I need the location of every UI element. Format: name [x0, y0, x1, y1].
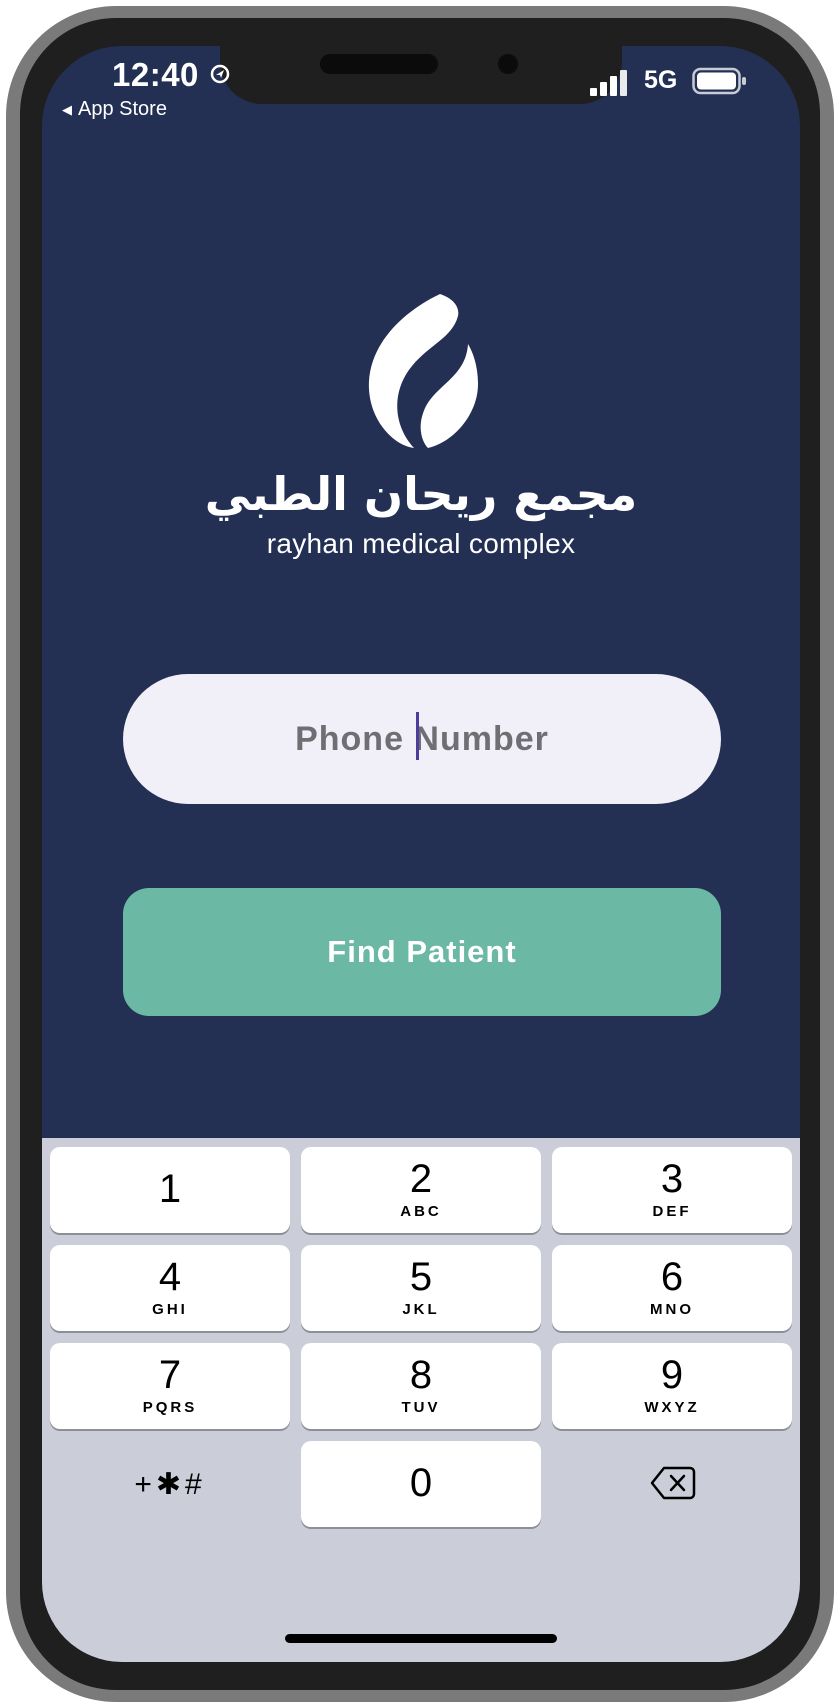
key-letters: GHI — [152, 1301, 188, 1318]
key-5[interactable]: 5 JKL — [301, 1245, 541, 1331]
brand-logo: مجمع ريحان الطبي rayhan medical complex — [42, 286, 800, 560]
key-6[interactable]: 6 MNO — [552, 1245, 792, 1331]
key-letters: WXYZ — [644, 1399, 700, 1416]
key-digit: 4 — [158, 1255, 182, 1299]
find-patient-button[interactable]: Find Patient — [123, 888, 721, 1016]
key-letters: MNO — [650, 1301, 694, 1318]
key-digit: 3 — [660, 1157, 684, 1201]
key-letters: JKL — [402, 1301, 440, 1318]
network-type: 5G — [644, 66, 678, 94]
status-time: 12:40 — [112, 56, 199, 93]
key-1[interactable]: 1 — [50, 1147, 290, 1233]
back-label: App Store — [78, 98, 167, 120]
key-digit: 8 — [409, 1353, 433, 1397]
location-icon — [210, 64, 230, 84]
key-digit: 7 — [158, 1353, 182, 1397]
key-letters: ABC — [400, 1203, 442, 1220]
back-arrow-icon: ◀ — [62, 101, 72, 117]
key-3[interactable]: 3 DEF — [552, 1147, 792, 1233]
speaker-grille — [320, 54, 438, 74]
key-letters: TUV — [401, 1399, 441, 1416]
back-to-app-store[interactable]: ◀ App Store — [62, 98, 167, 121]
text-caret — [416, 712, 419, 760]
app-screen: 12:40 ◀ App Store 5G مجمع ريحان الطبي ra… — [42, 46, 800, 1662]
phone-number-input[interactable] — [123, 674, 721, 804]
battery-icon — [692, 67, 746, 95]
brand-arabic-name: مجمع ريحان الطبي — [204, 467, 638, 521]
numeric-keypad: 1 2 ABC 3 DEF 4 GHI 5 JKL 6 MNO 7 PQRS 8… — [42, 1138, 800, 1662]
symbols-key[interactable]: +✱# — [50, 1441, 290, 1527]
key-digit: 9 — [660, 1353, 684, 1397]
symbols-label: +✱# — [134, 1468, 206, 1501]
leaf-flame-logo — [368, 294, 478, 448]
key-digit: 2 — [409, 1157, 433, 1201]
front-camera — [498, 54, 518, 74]
key-2[interactable]: 2 ABC — [301, 1147, 541, 1233]
key-letters: PQRS — [142, 1399, 198, 1416]
key-7[interactable]: 7 PQRS — [50, 1343, 290, 1429]
key-digit: 5 — [409, 1255, 433, 1299]
key-8[interactable]: 8 TUV — [301, 1343, 541, 1429]
key-letters: DEF — [652, 1203, 692, 1220]
brand-english-name: rayhan medical complex — [266, 528, 576, 559]
key-4[interactable]: 4 GHI — [50, 1245, 290, 1331]
backspace-icon — [650, 1466, 696, 1500]
key-9[interactable]: 9 WXYZ — [552, 1343, 792, 1429]
device-notch — [220, 46, 622, 104]
signal-icon — [590, 70, 627, 96]
key-digit: 1 — [158, 1167, 182, 1211]
key-0[interactable]: 0 — [301, 1441, 541, 1527]
key-digit: 0 — [409, 1461, 433, 1505]
delete-key[interactable] — [552, 1441, 792, 1527]
home-indicator — [285, 1634, 557, 1643]
key-digit: 6 — [660, 1255, 684, 1299]
